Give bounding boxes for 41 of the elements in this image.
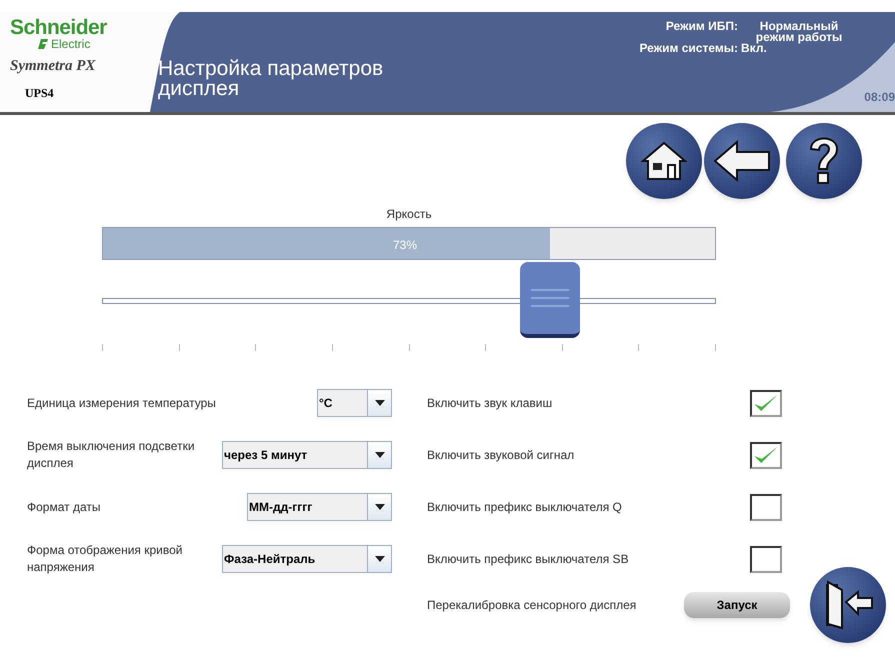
setting-label: Включить префикс выключателя SB [427, 551, 630, 568]
dropdown-arrow-icon [374, 556, 384, 562]
dropdown-arrow-icon [374, 400, 384, 406]
brand-name: Schneider [10, 18, 108, 38]
setting-label: Включить звук клавиш [427, 395, 554, 412]
setting-label: Включить префикс выключателя Q [427, 499, 623, 516]
start-button[interactable]: Запуск [684, 592, 790, 618]
checkbox[interactable] [750, 494, 782, 520]
product-name: Symmetra PX [10, 58, 97, 74]
checkbox[interactable] [750, 390, 782, 416]
unit-name: UPS4 [24, 85, 55, 102]
status-value: Нормальный режим работы [756, 21, 844, 43]
calibration-label: Перекалибровка сенсорного дисплея [427, 597, 638, 614]
setting-label: Формат даты [27, 498, 102, 516]
checkmark-icon [753, 392, 779, 414]
status-label: Режим системы: [639, 43, 738, 54]
page-title: Настройка параметров дисплея [158, 59, 384, 99]
brightness-percent: 73% [393, 237, 418, 254]
setting-label: Время выключения подсветки дисплея [27, 438, 196, 472]
dropdown-arrow-icon [374, 452, 384, 458]
back-arrow-icon [713, 140, 771, 182]
home-icon [641, 141, 687, 181]
setting-label: Включить звуковой сигнал [427, 447, 576, 464]
clock-time: 08:09 [864, 89, 895, 106]
brightness-label: Яркость [386, 206, 432, 223]
slider-thumb[interactable] [520, 262, 580, 338]
status-label: Режим ИБП: [666, 21, 738, 35]
setting-label: Единица измерения температуры [27, 394, 217, 412]
logo-icon [36, 38, 49, 50]
checkmark-icon [753, 444, 779, 466]
help-icon [807, 135, 841, 187]
dropdown[interactable]: Фаза-Нейтраль [222, 545, 392, 573]
checkbox[interactable] [750, 442, 782, 468]
dropdown-arrow-icon [374, 504, 384, 510]
checkbox[interactable] [750, 546, 782, 572]
setting-label: Форма отображения кривой напряжения [27, 542, 184, 576]
dropdown[interactable]: °C [317, 389, 392, 417]
brand-subtitle: Electric [51, 38, 90, 50]
status-value: Вкл. [741, 43, 767, 54]
dropdown[interactable]: через 5 минут [222, 441, 392, 469]
dropdown[interactable]: ММ-дд-гггг [247, 493, 392, 521]
